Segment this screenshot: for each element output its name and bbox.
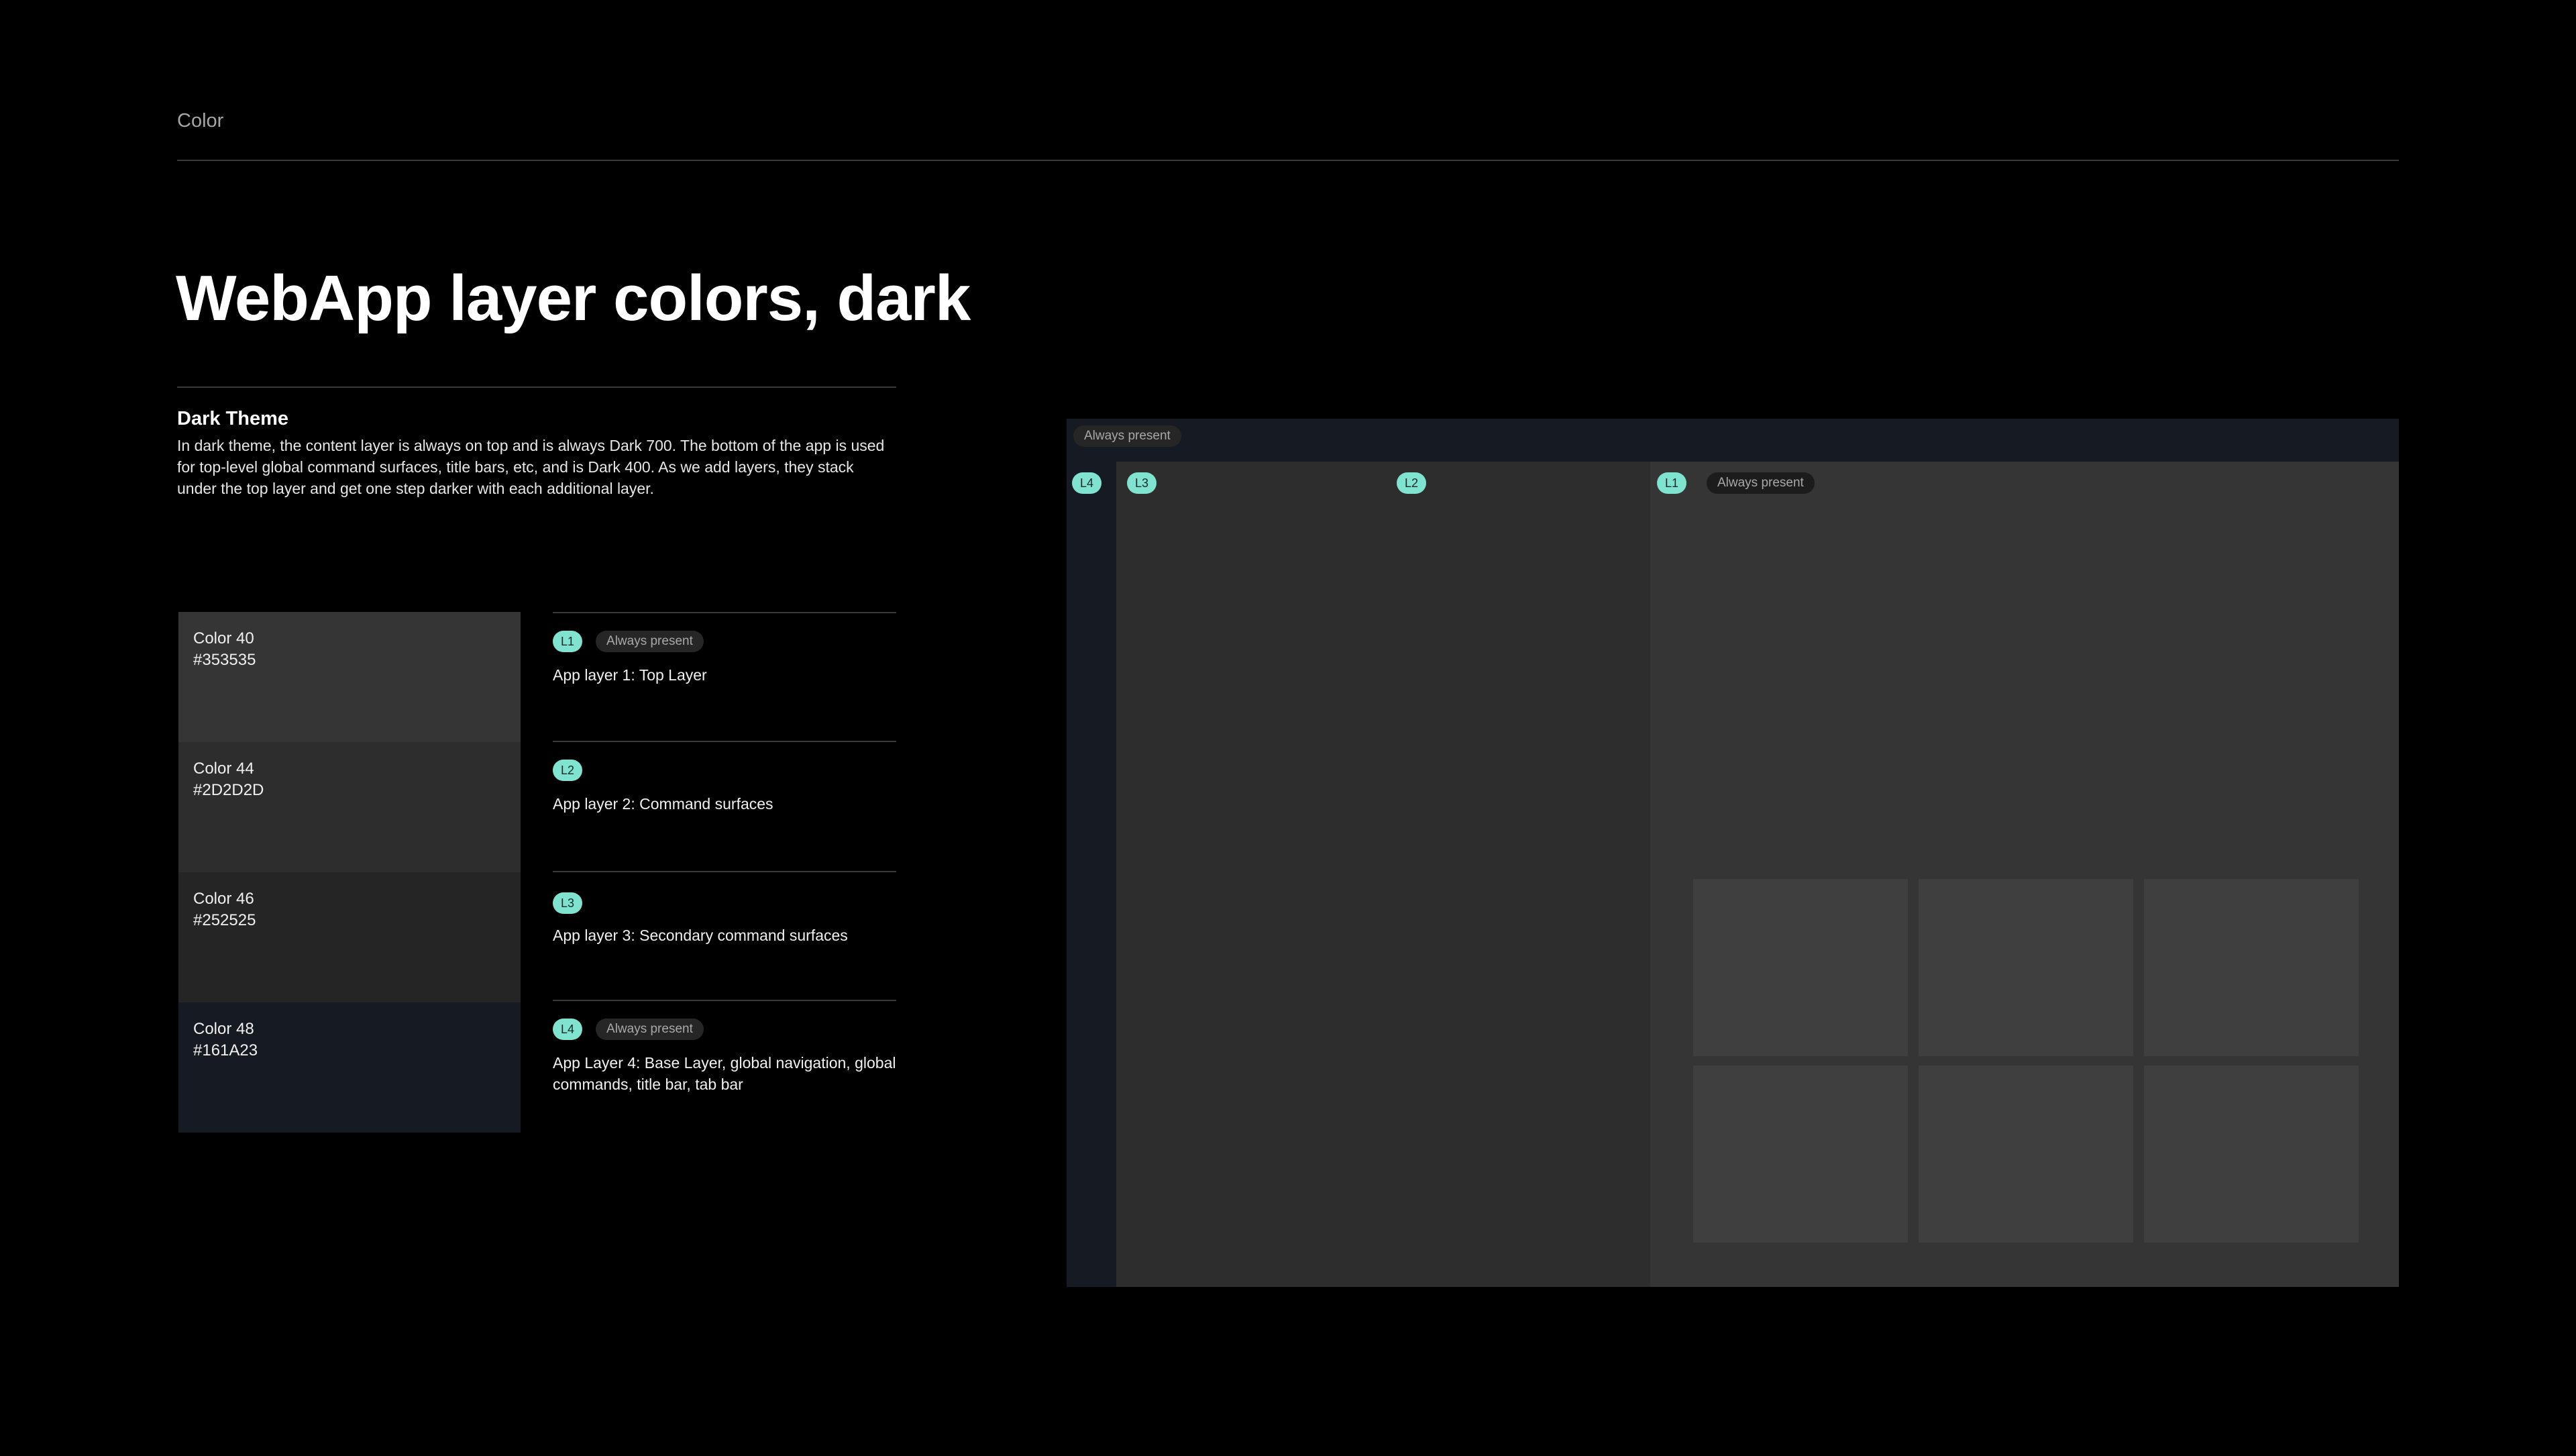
swatch-name: Color 40 [193,629,254,647]
title-divider [177,386,896,388]
swatch-color-44: Color 44 #2D2D2D [178,742,521,872]
layer-row-l4: L4 Always present App Layer 4: Base Laye… [553,1000,896,1129]
layer-badge: L3 [553,892,583,914]
layer-badge: L2 [553,760,583,781]
top-divider [177,160,2399,161]
badge-line: L3 [553,892,583,914]
mock-badge-l2: L2 [1397,472,1427,494]
always-present-pill: Always present [596,1019,704,1040]
badge-line: L1 Always present [553,631,704,652]
swatch-color-46: Color 46 #252525 [178,872,521,1002]
content-card [2144,879,2359,1056]
layer-description: App Layer 4: Base Layer, global navigati… [553,1054,896,1093]
theme-heading: Dark Theme [177,408,289,429]
layer-row-l3: L3 App layer 3: Secondary command surfac… [553,871,896,1000]
section-label: Color [177,110,224,132]
pane-l1 [1650,462,2399,1287]
mock-badge-l4: L4 [1072,472,1102,494]
pane-l2 [1387,462,1650,1287]
layer-description: App layer 2: Command surfaces [553,795,773,813]
header-always-present-pill: Always present [1073,425,1181,447]
page-title: WebApp layer colors, dark [176,262,971,334]
layer-row-l1: L1 Always present App layer 1: Top Layer [553,612,896,741]
pane-l3 [1116,462,1387,1287]
layer-description: App layer 1: Top Layer [553,666,707,684]
layer-mockup: Always present L4 L3 L2 L1 Always presen… [1067,419,2399,1287]
content-card [1919,879,2133,1056]
layer-row-l2: L2 App layer 2: Command surfaces [553,741,896,870]
swatch-color-48: Color 48 #161A23 [178,1002,521,1133]
swatch-name: Color 46 [193,890,254,908]
layer-description: App layer 3: Secondary command surfaces [553,927,848,944]
swatch-hex: #353535 [193,651,256,669]
content-card [1919,1065,2133,1243]
content-card [1693,879,1908,1056]
swatch-hex: #252525 [193,911,256,929]
badge-line: L4 Always present [553,1019,704,1040]
layer-badge: L4 [553,1019,583,1040]
content-card [2144,1065,2359,1243]
badge-line: L2 [553,760,583,781]
swatch-name: Color 44 [193,760,254,778]
layer-badge: L1 [553,631,583,652]
swatch-name: Color 48 [193,1020,254,1038]
mock-always-present-pill: Always present [1707,472,1815,494]
swatch-color-40: Color 40 #353535 [178,612,521,742]
content-card [1693,1065,1908,1243]
swatch-hex: #2D2D2D [193,781,264,799]
mock-badge-l3: L3 [1127,472,1157,494]
swatch-hex: #161A23 [193,1041,258,1059]
mock-badge-l1: L1 [1657,472,1687,494]
theme-description: In dark theme, the content layer is alwa… [177,437,885,497]
always-present-pill: Always present [596,631,704,652]
